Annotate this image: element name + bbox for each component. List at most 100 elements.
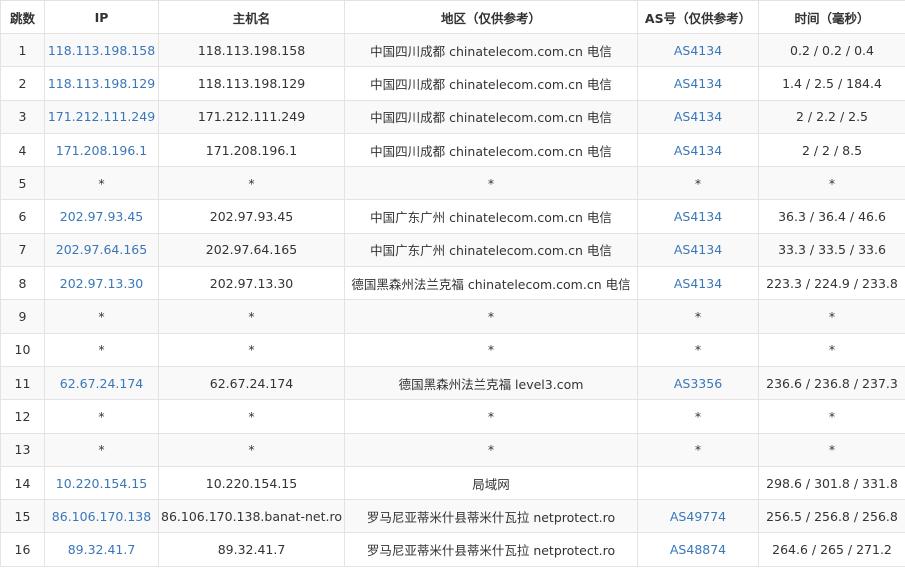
header-hostname: 主机名 <box>158 0 345 34</box>
time-cell: 2 / 2.2 / 2.5 <box>758 99 905 134</box>
time-cell: 223.3 / 224.9 / 233.8 <box>758 266 905 301</box>
hostname-cell: 171.212.111.249 <box>158 99 345 134</box>
hop-cell: 12 <box>0 399 45 434</box>
hostname-cell: 171.208.196.1 <box>158 132 345 168</box>
asn-link[interactable]: AS4134 <box>637 99 759 134</box>
region-cell: 德国黑森州法兰克福 level3.com <box>344 365 638 401</box>
time-cell: 0.2 / 0.2 / 0.4 <box>758 32 905 68</box>
time-cell: 36.3 / 36.4 / 46.6 <box>758 199 905 234</box>
ip-link[interactable]: 171.212.111.249 <box>44 99 159 134</box>
hop-cell: 7 <box>0 232 45 268</box>
hop-cell: 15 <box>0 499 45 534</box>
region-cell: 中国广东广州 chinatelecom.com.cn 电信 <box>344 232 638 268</box>
asn-link[interactable]: AS4134 <box>637 266 759 301</box>
ip-link[interactable]: 62.67.24.174 <box>44 365 159 401</box>
hostname-cell: * <box>158 332 345 367</box>
region-cell: 罗马尼亚蒂米什县蒂米什瓦拉 netprotect.ro <box>344 499 638 534</box>
hostname-cell: * <box>158 166 345 201</box>
asn-link: * <box>637 166 759 201</box>
asn-link[interactable]: AS4134 <box>637 199 759 234</box>
asn-link: * <box>637 332 759 367</box>
asn-link[interactable]: AS4134 <box>637 232 759 268</box>
table-row: 4 171.208.196.1 171.208.196.1 中国四川成都 chinat… <box>0 132 905 168</box>
region-cell: 中国四川成都 chinatelecom.com.cn 电信 <box>344 132 638 168</box>
table-row: 5 * * * * * <box>0 166 905 201</box>
region-cell: 德国黑森州法兰克福 chinatelecom.com.cn 电信 <box>344 266 638 301</box>
ip-link: * <box>44 166 159 201</box>
ip-link[interactable]: 10.220.154.15 <box>44 465 159 501</box>
hostname-cell: * <box>158 399 345 434</box>
hop-cell: 9 <box>0 299 45 334</box>
ip-link[interactable]: 202.97.93.45 <box>44 199 159 234</box>
table-row: 8 202.97.13.30 202.97.13.30 德国黑森州法兰克福 china… <box>0 266 905 301</box>
asn-link: * <box>637 299 759 334</box>
time-cell: 256.5 / 256.8 / 256.8 <box>758 499 905 534</box>
header-region: 地区（仅供参考） <box>344 0 638 34</box>
asn-link <box>637 465 759 501</box>
asn-link[interactable]: AS48874 <box>637 532 759 567</box>
time-cell: * <box>758 399 905 434</box>
time-cell: 1.4 / 2.5 / 184.4 <box>758 66 905 101</box>
hop-cell: 16 <box>0 532 45 567</box>
table-row: 15 86.106.170.138 86.106.170.138.banat-net… <box>0 499 905 534</box>
hop-cell: 1 <box>0 32 45 68</box>
table-row: 3 171.212.111.249 171.212.111.249 中国四川成都 ch… <box>0 99 905 134</box>
table-row: 7 202.97.64.165 202.97.64.165 中国广东广州 chinat… <box>0 232 905 268</box>
hostname-cell: 202.97.13.30 <box>158 266 345 301</box>
ip-link[interactable]: 86.106.170.138 <box>44 499 159 534</box>
header-ip: IP <box>44 0 159 34</box>
region-cell: 中国四川成都 chinatelecom.com.cn 电信 <box>344 66 638 101</box>
region-cell: 局域网 <box>344 465 638 501</box>
ip-link[interactable]: 202.97.64.165 <box>44 232 159 268</box>
asn-link[interactable]: AS4134 <box>637 132 759 168</box>
ip-link[interactable]: 202.97.13.30 <box>44 266 159 301</box>
table-row: 14 10.220.154.15 10.220.154.15 局域网 298.6 / 3… <box>0 465 905 501</box>
table-header-row: 跳数 IP 主机名 地区（仅供参考） AS号（仅供参考） 时间（毫秒） <box>0 0 905 34</box>
hop-cell: 5 <box>0 166 45 201</box>
ip-link[interactable]: 89.32.41.7 <box>44 532 159 567</box>
table-row: 16 89.32.41.7 89.32.41.7 罗马尼亚蒂米什县蒂米什瓦拉 netp… <box>0 532 905 567</box>
time-cell: 236.6 / 236.8 / 237.3 <box>758 365 905 401</box>
asn-link[interactable]: AS49774 <box>637 499 759 534</box>
table-row: 2 118.113.198.129 118.113.198.129 中国四川成都 ch… <box>0 66 905 101</box>
hostname-cell: 10.220.154.15 <box>158 465 345 501</box>
ip-link: * <box>44 399 159 434</box>
hostname-cell: 202.97.93.45 <box>158 199 345 234</box>
region-cell: 中国广东广州 chinatelecom.com.cn 电信 <box>344 199 638 234</box>
region-cell: * <box>344 166 638 201</box>
header-asn: AS号（仅供参考） <box>637 0 759 34</box>
hostname-cell: 118.113.198.158 <box>158 32 345 68</box>
hop-cell: 13 <box>0 432 45 467</box>
hop-cell: 6 <box>0 199 45 234</box>
table-row: 1 118.113.198.158 118.113.198.158 中国四川成都 ch… <box>0 32 905 68</box>
asn-link[interactable]: AS4134 <box>637 66 759 101</box>
time-cell: 298.6 / 301.8 / 331.8 <box>758 465 905 501</box>
ip-link[interactable]: 118.113.198.158 <box>44 32 159 68</box>
hostname-cell: * <box>158 299 345 334</box>
table-row: 6 202.97.93.45 202.97.93.45 中国广东广州 chinatel… <box>0 199 905 234</box>
asn-link[interactable]: AS3356 <box>637 365 759 401</box>
header-hop: 跳数 <box>0 0 45 34</box>
region-cell: 中国四川成都 chinatelecom.com.cn 电信 <box>344 32 638 68</box>
region-cell: * <box>344 299 638 334</box>
hop-cell: 3 <box>0 99 45 134</box>
hop-cell: 8 <box>0 266 45 301</box>
ip-link: * <box>44 432 159 467</box>
ip-link[interactable]: 118.113.198.129 <box>44 66 159 101</box>
ip-link: * <box>44 299 159 334</box>
table-row: 9 * * * * * <box>0 299 905 334</box>
time-cell: * <box>758 432 905 467</box>
region-cell: * <box>344 399 638 434</box>
hop-cell: 10 <box>0 332 45 367</box>
time-cell: * <box>758 166 905 201</box>
table-row: 12 * * * * * <box>0 399 905 434</box>
ip-link: * <box>44 332 159 367</box>
asn-link[interactable]: AS4134 <box>637 32 759 68</box>
hop-cell: 4 <box>0 132 45 168</box>
hostname-cell: 86.106.170.138.banat-net.ro <box>158 499 345 534</box>
hostname-cell: 89.32.41.7 <box>158 532 345 567</box>
time-cell: 264.6 / 265 / 271.2 <box>758 532 905 567</box>
table-row: 13 * * * * * <box>0 432 905 467</box>
time-cell: 2 / 2 / 8.5 <box>758 132 905 168</box>
ip-link[interactable]: 171.208.196.1 <box>44 132 159 168</box>
